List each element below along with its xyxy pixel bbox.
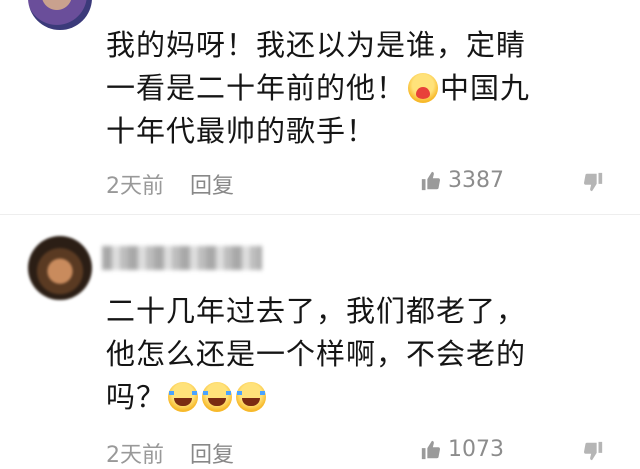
comment-meta: 2天前 回复 [106, 437, 234, 469]
comment-text: 二十几年过去了，我们都老了， 他怎么还是一个样啊，不会老的 吗？ [106, 290, 606, 419]
comment-line: 一看是二十年前的他！ 中国九 [106, 67, 606, 110]
avatar[interactable] [28, 236, 92, 300]
comment-time: 2天前 [106, 174, 164, 199]
laughing-crying-emoji-icon [236, 382, 267, 412]
comment-line: 吗？ [106, 376, 606, 419]
like-button[interactable]: 3387 [420, 168, 504, 193]
like-count: 1073 [448, 437, 504, 462]
divider [0, 214, 640, 215]
reply-button[interactable]: 回复 [190, 443, 234, 468]
hug-emoji-icon [408, 73, 439, 103]
comment-line: 十年代最帅的歌手！ [106, 114, 377, 148]
like-button[interactable]: 1073 [420, 437, 504, 462]
laughing-crying-emoji-icon [168, 382, 199, 412]
comment-line: 二十几年过去了，我们都老了， [106, 294, 527, 328]
comment-line: 我的妈呀！我还以为是谁，定睛 [106, 28, 527, 62]
comment-line-text: 吗？ [106, 380, 167, 414]
comment-line-text: 中国九 [440, 71, 531, 105]
laughing-crying-emoji-icon [202, 382, 233, 412]
comment-line: 他怎么还是一个样啊，不会老的 [106, 337, 527, 371]
comment-time: 2天前 [106, 443, 164, 468]
username-blurred[interactable] [102, 246, 262, 270]
comment-text: 我的妈呀！我还以为是谁，定睛 一看是二十年前的他！ 中国九 十年代最帅的歌手！ [106, 24, 606, 153]
like-count: 3387 [448, 168, 504, 193]
avatar[interactable] [28, 0, 92, 30]
comment-meta: 2天前 回复 [106, 168, 234, 200]
thumbs-up-icon [421, 440, 441, 459]
thumbs-down-icon[interactable] [582, 171, 604, 193]
comment-line-text: 一看是二十年前的他！ [106, 71, 407, 105]
thumbs-down-icon[interactable] [582, 440, 604, 462]
reply-button[interactable]: 回复 [190, 174, 234, 199]
thumbs-up-icon [421, 171, 441, 190]
